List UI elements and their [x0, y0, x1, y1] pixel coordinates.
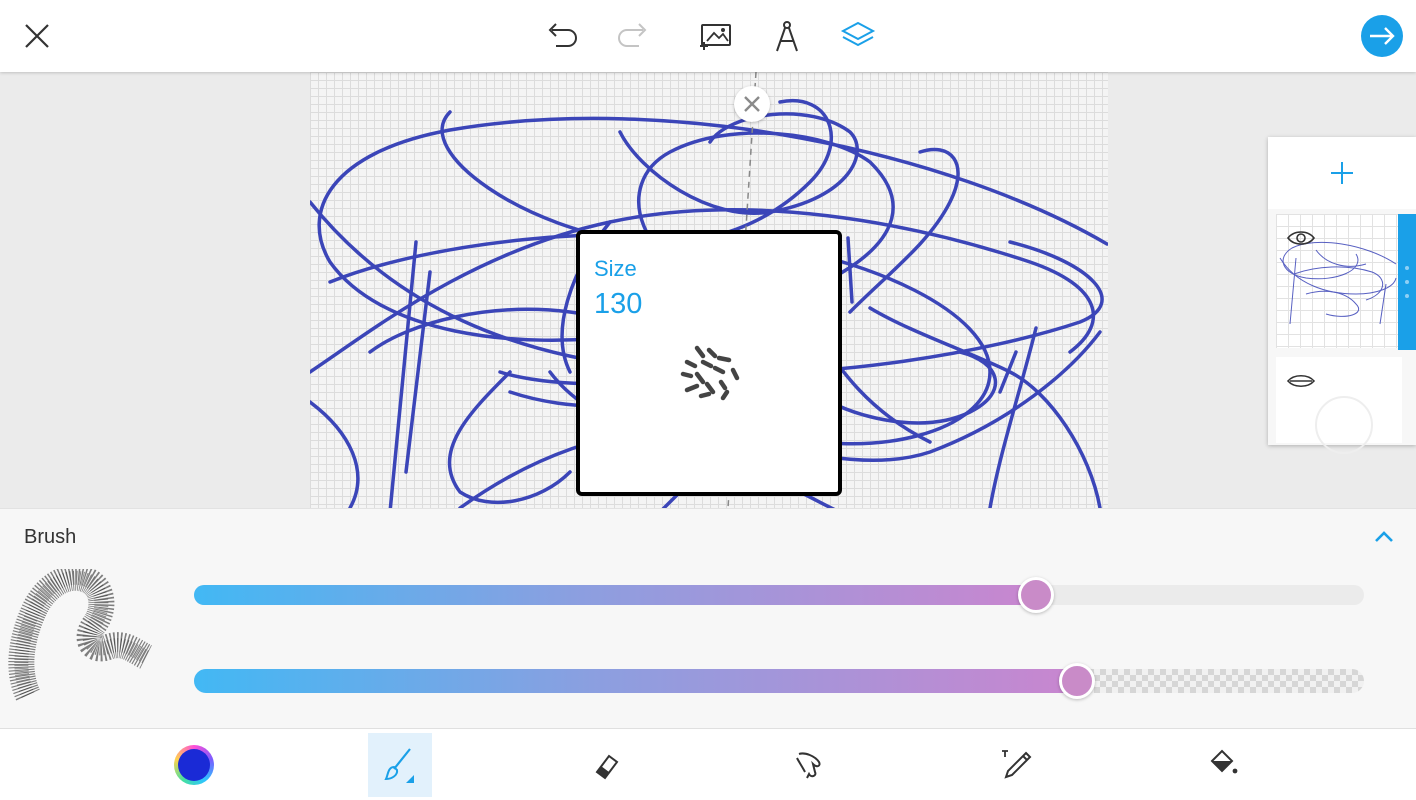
compass-icon	[776, 21, 798, 52]
brush-stroke-preview	[8, 569, 153, 701]
collapse-panel-button[interactable]	[1370, 523, 1398, 551]
size-slider-fill	[194, 585, 1037, 605]
fill-tool-button[interactable]	[1190, 733, 1254, 797]
top-toolbar	[0, 0, 1416, 72]
layer-drag-handle[interactable]	[1398, 214, 1416, 350]
eraser-tool-button[interactable]	[574, 733, 638, 797]
close-button[interactable]	[15, 14, 59, 58]
layer-thumbnail-1[interactable]	[1276, 214, 1402, 348]
layer-empty-circle	[1315, 396, 1373, 454]
opacity-slider-fill	[194, 669, 1078, 693]
chevron-up-icon	[1375, 531, 1393, 542]
brush-size-slider[interactable]	[194, 577, 1364, 613]
drawing-guide-button[interactable]	[765, 14, 809, 58]
size-slider-thumb[interactable]	[1018, 577, 1055, 613]
handle-dot	[1405, 294, 1409, 298]
paint-bucket-icon	[1210, 749, 1238, 774]
layers-icon	[840, 21, 876, 47]
add-image-icon	[700, 24, 731, 50]
layers-button[interactable]	[836, 14, 880, 58]
next-button[interactable]	[1360, 14, 1404, 58]
brush-size-preview	[680, 345, 740, 401]
undo-icon	[548, 23, 577, 47]
close-icon	[744, 96, 760, 112]
close-icon	[25, 24, 49, 48]
handle-dot	[1405, 266, 1409, 270]
add-image-button[interactable]	[694, 14, 738, 58]
brush-panel-title: Brush	[24, 526, 77, 548]
arrow-right-icon	[1361, 15, 1403, 57]
visibility-eye-icon[interactable]	[1286, 371, 1316, 391]
opacity-slider-thumb[interactable]	[1059, 663, 1096, 699]
plus-icon	[1331, 162, 1353, 184]
brush-icon	[384, 748, 414, 783]
color-swatch	[174, 745, 214, 785]
brush-tool-button[interactable]	[368, 733, 432, 797]
eraser-icon	[595, 754, 619, 780]
redo-button[interactable]	[611, 14, 655, 58]
size-value: 130	[594, 288, 643, 320]
layer-thumbnail-2[interactable]	[1276, 357, 1402, 454]
redo-icon	[618, 23, 647, 47]
current-color	[178, 749, 210, 781]
bottom-toolbar	[0, 728, 1416, 800]
add-layer-button[interactable]	[1268, 137, 1416, 209]
brush-panel: Brush	[0, 508, 1416, 728]
color-picker-button[interactable]	[162, 733, 226, 797]
handle-dot	[1405, 280, 1409, 284]
smudge-finger-icon	[796, 752, 821, 779]
size-label: Size	[594, 256, 637, 281]
size-popup: Size 130	[576, 230, 842, 496]
layers-panel	[1268, 137, 1416, 454]
text-tool-button[interactable]	[984, 733, 1048, 797]
text-pen-icon	[1002, 750, 1032, 779]
undo-button[interactable]	[540, 14, 584, 58]
guide-close-button[interactable]	[734, 86, 770, 122]
smudge-tool-button[interactable]	[778, 733, 842, 797]
brush-opacity-slider[interactable]	[194, 663, 1364, 699]
visibility-eye-icon[interactable]	[1286, 228, 1316, 248]
